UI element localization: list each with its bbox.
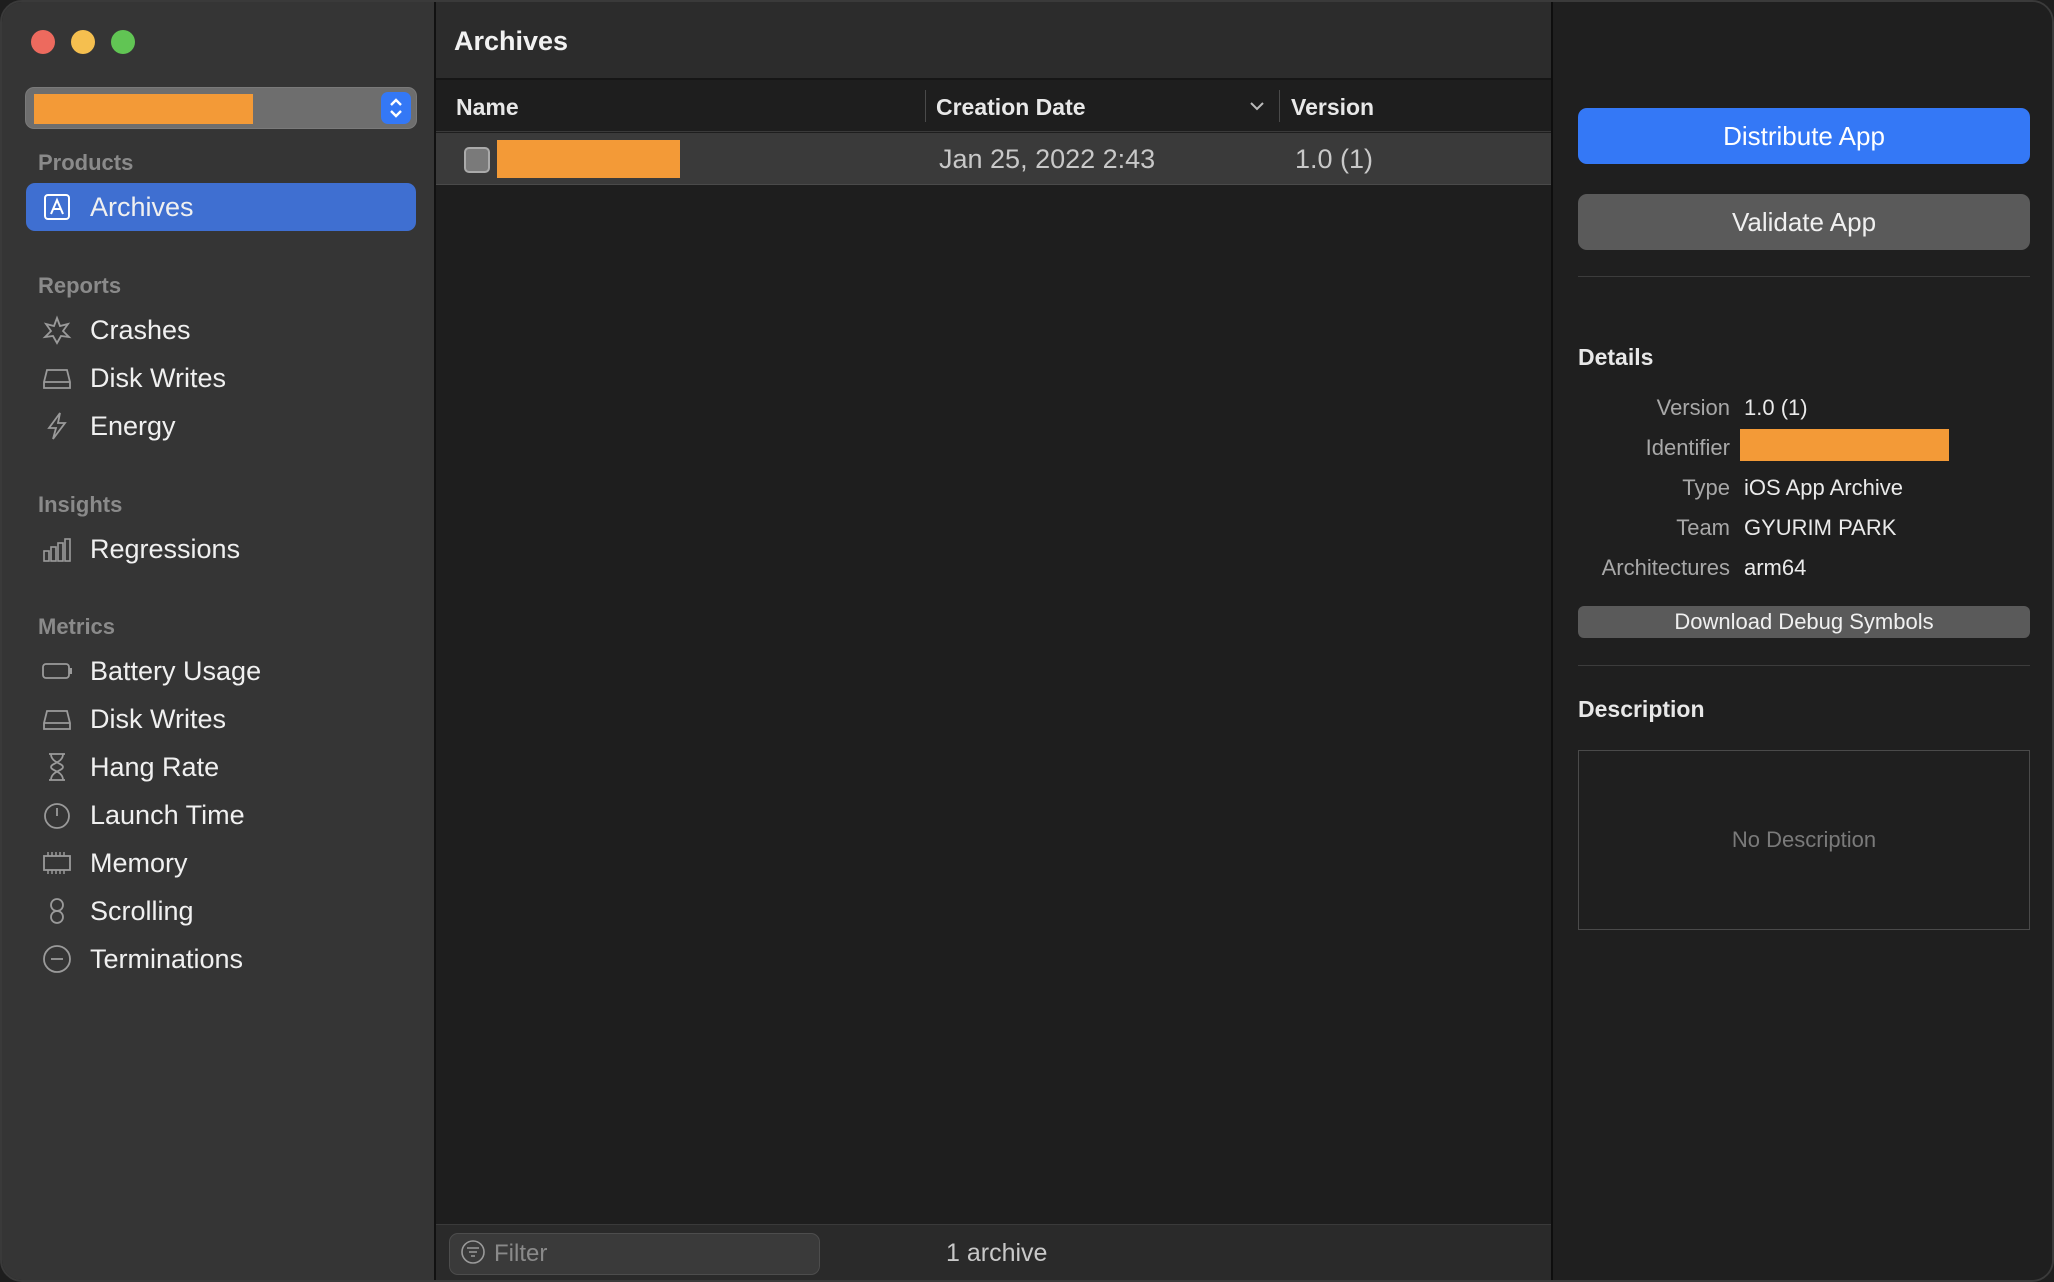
archive-app-icon: [464, 147, 490, 173]
bar-chart-icon: [40, 532, 74, 566]
download-debug-symbols-button[interactable]: Download Debug Symbols: [1578, 606, 2030, 638]
product-selector[interactable]: [25, 87, 417, 129]
sidebar-item-label: Memory: [90, 847, 188, 878]
section-label-metrics: Metrics: [38, 614, 116, 639]
detail-label: Architectures: [1601, 555, 1730, 580]
chevron-down-icon[interactable]: [1248, 92, 1266, 126]
detail-label: Version: [1656, 395, 1730, 420]
detail-label: Identifier: [1645, 435, 1730, 460]
sidebar-item-launch-time[interactable]: Launch Time: [26, 791, 416, 839]
sidebar-item-battery-usage[interactable]: Battery Usage: [26, 647, 416, 695]
redacted-archive-name: [497, 140, 680, 178]
minimize-window-button[interactable]: [71, 30, 95, 54]
column-header-creation-date[interactable]: Creation Date: [936, 94, 1086, 121]
detail-label: Type: [1682, 475, 1730, 500]
sidebar-item-label: Terminations: [90, 943, 244, 974]
detail-identifier: Identifier: [1578, 429, 2030, 471]
bolt-icon: [40, 409, 74, 443]
xcode-organizer-window: Products Archives Reports Crashes Disk W…: [0, 0, 2054, 1282]
sidebar-item-label: Disk Writes: [90, 362, 227, 393]
sidebar-item-label: Crashes: [90, 314, 191, 345]
memory-chip-icon: [40, 846, 74, 880]
sidebar-item-label: Hang Rate: [90, 751, 220, 782]
detail-value: iOS App Archive: [1744, 475, 1903, 500]
cell-version: 1.0 (1): [1295, 144, 1374, 174]
sidebar-item-terminations[interactable]: Terminations: [26, 935, 416, 983]
battery-icon: [40, 654, 74, 688]
page-title: Archives: [454, 26, 569, 56]
detail-type: Type iOS App Archive: [1578, 475, 2030, 511]
column-header-version[interactable]: Version: [1291, 94, 1374, 121]
column-header-name[interactable]: Name: [456, 94, 519, 121]
description-placeholder: No Description: [1731, 827, 1877, 852]
divider: [1578, 276, 2030, 277]
sidebar-item-scrolling[interactable]: Scrolling: [26, 887, 416, 935]
hourglass-icon: [40, 750, 74, 784]
title-bar: Archives: [436, 2, 1551, 80]
section-label-reports: Reports: [38, 273, 122, 298]
column-divider[interactable]: [925, 90, 926, 122]
detail-label: Team: [1676, 515, 1730, 540]
detail-value: arm64: [1744, 555, 1807, 580]
sidebar-item-disk-writes-report[interactable]: Disk Writes: [26, 354, 416, 402]
redacted-identifier: [1740, 429, 1949, 461]
table-header: Name Creation Date Version: [436, 82, 1551, 132]
detail-value: GYURIM PARK: [1744, 515, 1897, 540]
inspector-pane: Distribute App Validate App Details Vers…: [1553, 2, 2052, 1280]
sidebar-item-label: Launch Time: [90, 799, 245, 830]
archives-list-pane: Archives Name Creation Date Version Jan …: [436, 2, 1553, 1280]
sidebar-item-archives[interactable]: Archives: [26, 183, 416, 231]
sidebar-item-energy[interactable]: Energy: [26, 402, 416, 450]
sidebar: Products Archives Reports Crashes Disk W…: [2, 2, 436, 1280]
chevron-up-down-icon[interactable]: [381, 92, 411, 124]
minus-circle-icon: [40, 942, 74, 976]
cell-creation-date: Jan 25, 2022 2:43: [939, 144, 1156, 174]
disk-drive-icon: [40, 702, 74, 736]
filter-icon: [460, 1239, 486, 1270]
description-field[interactable]: No Description: [1578, 750, 2030, 930]
stopwatch-icon: [40, 798, 74, 832]
bottom-bar: 1 archive: [436, 1224, 1551, 1280]
archive-count: 1 archive: [946, 1239, 1048, 1267]
table-row[interactable]: Jan 25, 2022 2:43 1.0 (1): [436, 133, 1551, 185]
detail-version: Version 1.0 (1): [1578, 395, 2030, 431]
crash-burst-icon: [40, 313, 74, 347]
sidebar-item-label: Scrolling: [90, 895, 194, 926]
validate-app-button[interactable]: Validate App: [1578, 194, 2030, 250]
description-heading: Description: [1578, 696, 1705, 722]
detail-team: Team GYURIM PARK: [1578, 515, 2030, 551]
sidebar-item-crashes[interactable]: Crashes: [26, 306, 416, 354]
sidebar-item-hang-rate[interactable]: Hang Rate: [26, 743, 416, 791]
section-label-insights: Insights: [38, 492, 123, 517]
sidebar-item-label: Archives: [90, 191, 194, 222]
scroll-icon: [40, 894, 74, 928]
filter-field[interactable]: [449, 1233, 820, 1275]
archive-app-icon: [40, 190, 74, 224]
divider: [1578, 665, 2030, 666]
distribute-app-button[interactable]: Distribute App: [1578, 108, 2030, 164]
sidebar-item-label: Regressions: [90, 533, 241, 564]
detail-architectures: Architectures arm64: [1578, 555, 2030, 591]
section-label-products: Products: [38, 150, 134, 175]
zoom-window-button[interactable]: [111, 30, 135, 54]
sidebar-item-label: Disk Writes: [90, 703, 227, 734]
detail-value: 1.0 (1): [1744, 395, 1808, 420]
sidebar-item-label: Energy: [90, 410, 176, 441]
redacted-product-name: [34, 94, 253, 124]
details-heading: Details: [1578, 344, 1654, 370]
sidebar-item-regressions[interactable]: Regressions: [26, 525, 416, 573]
sidebar-item-label: Battery Usage: [90, 655, 262, 686]
window-controls: [31, 30, 135, 54]
column-divider[interactable]: [1279, 90, 1280, 122]
sidebar-item-disk-writes-metric[interactable]: Disk Writes: [26, 695, 416, 743]
filter-input[interactable]: [494, 1240, 794, 1268]
close-window-button[interactable]: [31, 30, 55, 54]
sidebar-item-memory[interactable]: Memory: [26, 839, 416, 887]
disk-drive-icon: [40, 361, 74, 395]
